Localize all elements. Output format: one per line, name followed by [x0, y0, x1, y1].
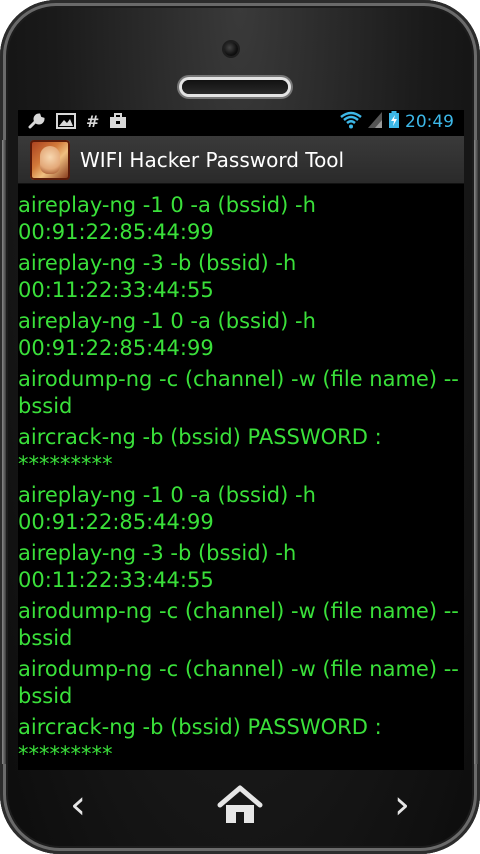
- command-line: aireplay-ng -3 -b (bssid) -h 00:11:22:33…: [18, 541, 297, 592]
- app-icon[interactable]: [30, 139, 70, 180]
- earpiece-speaker: [182, 80, 288, 94]
- command-line: aircrack-ng -b (bssid) PASSWORD : ******…: [18, 425, 382, 476]
- phone-side-left: [2, 140, 6, 764]
- home-icon: [217, 785, 263, 823]
- command-line: aireplay-ng -1 0 -a (bssid) -h 00:91:22:…: [18, 483, 316, 534]
- action-bar: WIFI Hacker Password Tool: [18, 136, 464, 184]
- phone-frame: # 20:49 WIFI Hacker Password Tool airepl…: [0, 0, 480, 854]
- app-title: WIFI Hacker Password Tool: [80, 147, 345, 172]
- command-list: aireplay-ng -1 0 -a (bssid) -h 00:91:22:…: [18, 186, 464, 770]
- wifi-icon: [340, 111, 362, 133]
- battery-icon: [388, 111, 400, 133]
- command-line: aireplay-ng -1 0 -a (bssid) -h 00:91:22:…: [18, 309, 316, 360]
- command-line: aireplay-ng -3 -b (bssid) -h 00:11:22:33…: [18, 251, 297, 302]
- status-right-icons: 20:49: [340, 111, 454, 133]
- command-line: airodump-ng -c (channel) -w (file name) …: [18, 657, 459, 708]
- signal-icon: [367, 111, 383, 133]
- status-left-icons: #: [28, 112, 127, 132]
- status-clock: 20:49: [405, 112, 454, 132]
- phone-side-right: [474, 140, 478, 764]
- back-button[interactable]: ‹: [70, 785, 86, 825]
- status-bar: # 20:49: [18, 110, 464, 134]
- command-line: aircrack-ng -b (bssid) PASSWORD : ******…: [18, 715, 382, 766]
- front-camera: [224, 42, 238, 56]
- command-line: aireplay-ng -1 0 -a (bssid) -h 00:91:22:…: [18, 193, 316, 244]
- hash-icon: #: [86, 112, 100, 131]
- forward-button[interactable]: ›: [394, 785, 410, 825]
- hardware-nav-bar: ‹ ›: [0, 770, 480, 840]
- briefcase-icon: [109, 112, 127, 132]
- app-icon-face: [40, 145, 60, 174]
- command-line: airodump-ng -c (channel) -w (file name) …: [18, 367, 459, 418]
- home-button[interactable]: [217, 785, 263, 825]
- screen: # 20:49 WIFI Hacker Password Tool airepl…: [18, 110, 464, 770]
- wrench-icon: [28, 112, 46, 132]
- command-line: airodump-ng -c (channel) -w (file name) …: [18, 599, 459, 650]
- image-icon: [56, 112, 76, 132]
